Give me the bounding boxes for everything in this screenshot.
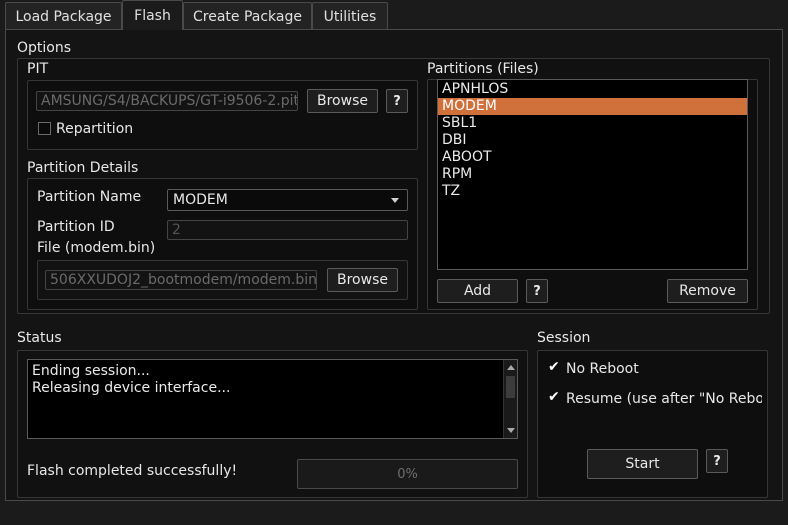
chevron-down-icon [391,198,399,203]
scroll-thumb[interactable] [506,376,515,398]
partition-item-apnhlos[interactable]: APNHLOS [438,81,747,98]
progress-text: 0% [397,466,418,482]
add-partition-button[interactable]: Add [437,279,518,303]
partitions-help-button[interactable]: ? [526,279,548,303]
session-help-button[interactable]: ? [706,449,728,473]
scroll-up-icon[interactable] [507,365,515,370]
pit-browse-button[interactable]: Browse [307,89,378,113]
partition-name-select[interactable]: MODEM [167,189,408,211]
start-button[interactable]: Start [587,449,698,479]
resume-checkbox[interactable]: ✔ [547,390,560,404]
status-title: Status [17,330,62,346]
pit-path-field[interactable]: AMSUNG/S4/BACKUPS/GT-i9506-2.pit [36,91,298,111]
partition-file-browse-button[interactable]: Browse [327,268,398,292]
file-label: File (modem.bin) [37,240,156,256]
status-log-line: Releasing device interface... [32,380,231,396]
partition-id-field[interactable]: 2 [167,220,408,240]
status-message: Flash completed successfully! [27,463,238,479]
partitions-list[interactable]: APNHLOS MODEM SBL1 DBI ABOOT RPM TZ [437,79,748,270]
tab-load-package[interactable]: Load Package [5,2,122,30]
resume-label: Resume (use after "No Rebo [566,391,762,407]
partition-item-tz[interactable]: TZ [438,183,747,200]
partition-item-sbl1[interactable]: SBL1 [438,115,747,132]
scroll-down-icon[interactable] [507,428,515,433]
partition-details-title: Partition Details [27,160,139,176]
partition-name-label: Partition Name [37,189,142,205]
partition-item-rpm[interactable]: RPM [438,166,747,183]
partitions-title: Partitions (Files) [427,61,539,77]
status-log-scrollbar[interactable] [503,360,517,438]
repartition-label: Repartition [56,121,134,137]
session-title: Session [537,330,591,346]
flash-progress-bar: 0% [297,459,518,489]
status-log[interactable]: Ending session... Releasing device inter… [27,359,518,439]
tab-create-package[interactable]: Create Package [183,2,312,30]
options-title: Options [17,40,72,56]
repartition-checkbox[interactable] [38,122,51,135]
partition-item-aboot[interactable]: ABOOT [438,149,747,166]
status-log-line: Ending session... [32,363,150,379]
pit-title: PIT [27,61,49,77]
pit-help-button[interactable]: ? [386,89,408,113]
no-reboot-checkbox[interactable]: ✔ [547,360,560,374]
partition-id-label: Partition ID [37,219,115,235]
partition-file-field[interactable]: 506XXUDOJ2_bootmodem/modem.bin [45,270,317,290]
partition-item-modem[interactable]: MODEM [438,98,747,115]
remove-partition-button[interactable]: Remove [667,279,748,303]
partition-item-dbi[interactable]: DBI [438,132,747,149]
no-reboot-label: No Reboot [566,361,639,377]
partition-name-value: MODEM [173,192,228,208]
tab-utilities[interactable]: Utilities [312,2,388,30]
tab-flash[interactable]: Flash [122,0,183,30]
